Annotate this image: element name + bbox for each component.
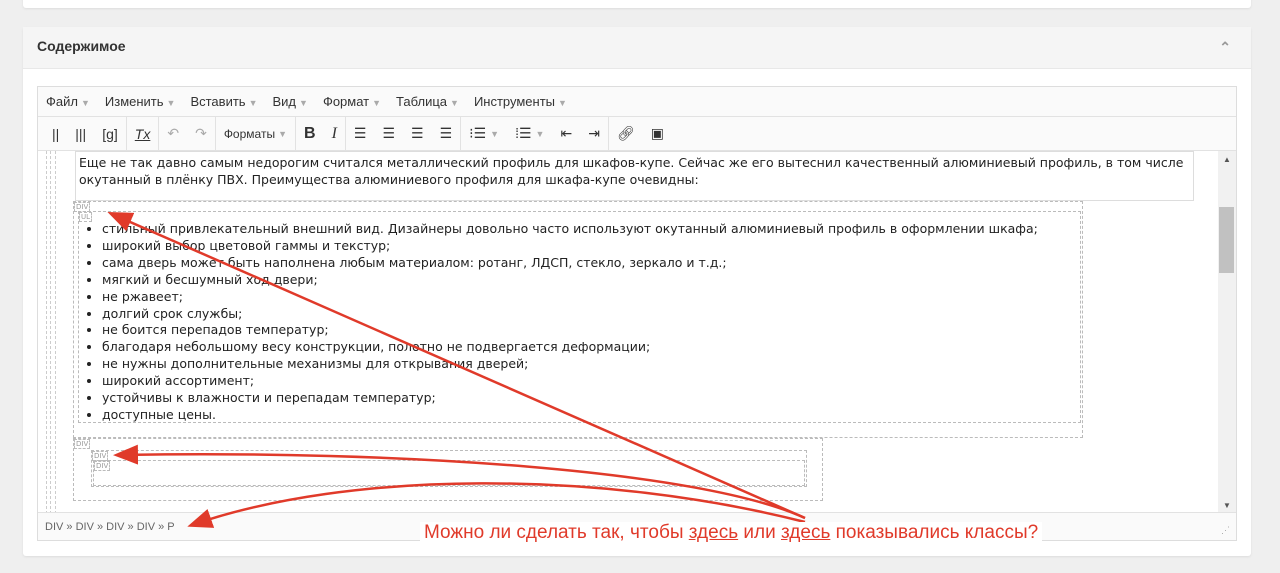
arrow-to-tag — [107, 211, 806, 520]
annotation-arrows — [107, 211, 806, 528]
annotation-question: Можно ли сделать так, чтобы здесь или зд… — [420, 522, 1043, 544]
arrow-to-div-tag — [113, 444, 806, 520]
